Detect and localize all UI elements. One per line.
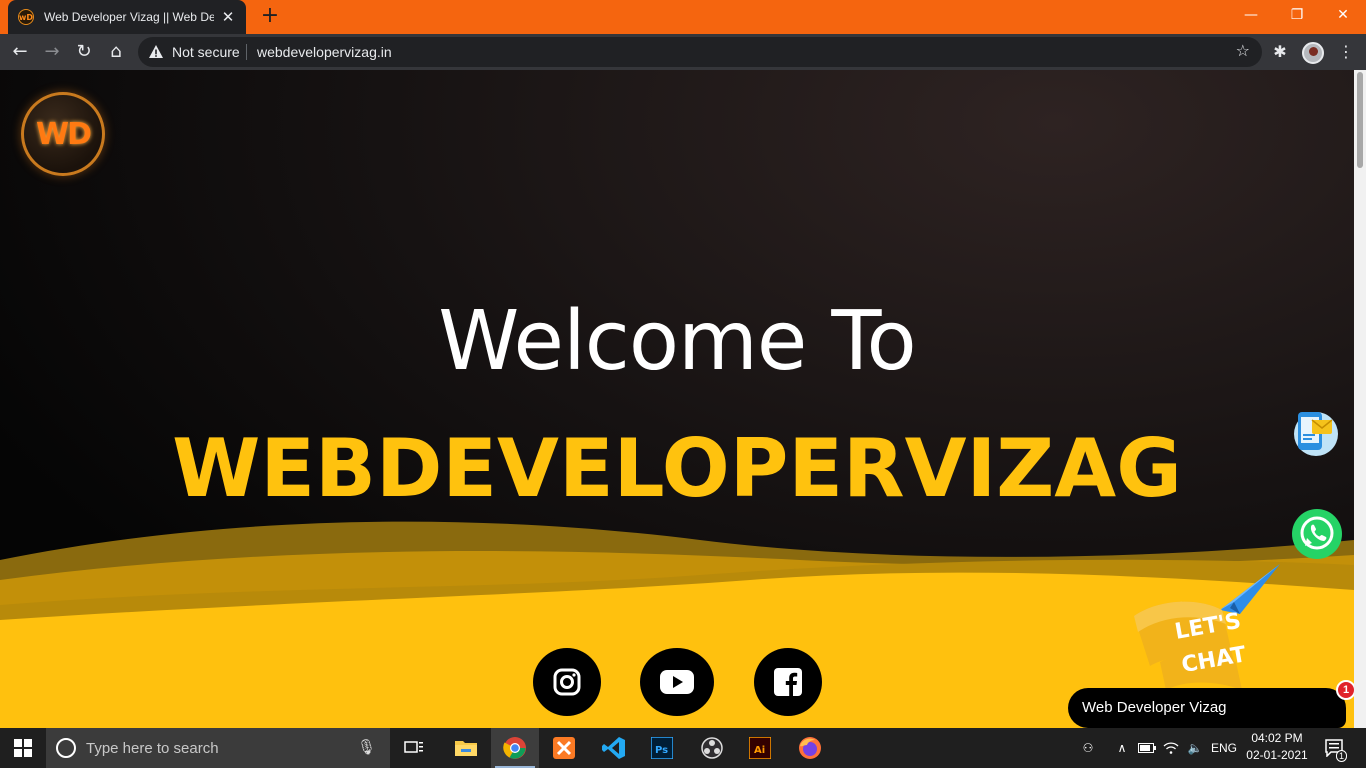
taskbar-chrome[interactable] [491, 728, 539, 768]
tab-title: Web Developer Vizag || Web Designing Com… [44, 10, 215, 24]
contact-form-icon [1294, 412, 1338, 456]
file-explorer-icon [455, 741, 477, 756]
clock-date: 02-01-2021 [1246, 748, 1308, 762]
logo-text: WD [36, 117, 92, 152]
illustrator-icon: Ai [749, 737, 771, 759]
microphone-icon[interactable]: 🎙 [357, 738, 376, 756]
windows-taskbar: Type here to search 🎙 Ps Ai ⚇ ∧ 🔈 ENG 04… [0, 728, 1366, 768]
back-button[interactable]: ← [6, 38, 34, 66]
taskbar-file-explorer[interactable] [442, 728, 490, 768]
browser-tab[interactable]: wD Web Developer Vizag || Web Designing … [8, 0, 246, 34]
language-indicator[interactable]: ENG [1208, 728, 1240, 768]
taskbar-search-box[interactable]: Type here to search 🎙 [46, 728, 390, 768]
home-button[interactable]: ⌂ [102, 38, 130, 66]
instagram-button[interactable] [533, 648, 601, 716]
brand-heading: WEBDEVELOPERVIZAG [172, 422, 1182, 515]
instagram-icon [553, 668, 581, 696]
notification-count: 1 [1336, 750, 1348, 762]
taskbar-obs[interactable] [688, 728, 736, 768]
task-view-button[interactable] [390, 728, 438, 768]
task-view-icon [404, 741, 423, 753]
taskbar-illustrator[interactable]: Ai [736, 728, 784, 768]
xampp-icon [553, 737, 575, 759]
whatsapp-icon [1292, 509, 1342, 559]
action-center-button[interactable]: 1 [1320, 728, 1350, 768]
site-logo[interactable]: WD [21, 92, 105, 176]
volume-icon[interactable]: 🔈 [1184, 728, 1206, 768]
svg-text:Ai: Ai [754, 745, 765, 756]
chrome-icon [503, 737, 526, 759]
taskbar-vscode[interactable] [590, 728, 638, 768]
wifi-icon[interactable] [1160, 728, 1182, 768]
show-hidden-icons[interactable]: ∧ [1112, 728, 1132, 768]
menu-icon[interactable]: ⋮ [1332, 38, 1360, 66]
chat-widget-label: Web Developer Vizag [1082, 699, 1227, 716]
facebook-icon [774, 668, 802, 696]
people-icon[interactable]: ⚇ [1076, 728, 1100, 768]
scrollbar-thumb[interactable] [1357, 72, 1363, 168]
obs-icon [701, 737, 723, 759]
battery-shape [1138, 743, 1156, 753]
browser-title-bar: wD Web Developer Vizag || Web Designing … [0, 0, 1366, 34]
reload-button[interactable]: ↻ [70, 38, 98, 66]
start-button[interactable] [0, 728, 46, 768]
search-placeholder: Type here to search [86, 740, 219, 757]
vscode-icon [602, 737, 625, 759]
taskbar-photoshop[interactable]: Ps [638, 728, 686, 768]
minimize-button[interactable]: — [1228, 0, 1274, 32]
new-tab-button[interactable]: + [258, 4, 282, 28]
contact-form-button[interactable] [1290, 408, 1342, 458]
site-favicon-icon: wD [18, 9, 34, 25]
cortana-icon [56, 738, 76, 758]
tab-close-icon[interactable]: ✕ [220, 8, 236, 26]
firefox-icon [799, 737, 821, 759]
facebook-button[interactable] [754, 648, 822, 716]
profile-avatar[interactable] [1302, 42, 1324, 64]
extensions-icon[interactable]: ✱ [1266, 38, 1294, 66]
windows-logo-icon [14, 739, 32, 757]
bookmark-star-icon[interactable]: ☆ [1236, 41, 1250, 60]
svg-text:Ps: Ps [655, 745, 668, 756]
forward-button[interactable]: → [38, 38, 66, 66]
battery-icon[interactable] [1136, 728, 1158, 768]
chat-widget[interactable]: Web Developer Vizag [1068, 688, 1346, 728]
page-scrollbar[interactable] [1354, 70, 1366, 728]
security-status[interactable]: Not secure [172, 44, 240, 60]
photoshop-icon: Ps [651, 737, 673, 759]
whatsapp-button[interactable] [1291, 508, 1343, 560]
page-viewport: WD Welcome To WEBDEVELOPERVIZAG LET'S CH… [0, 70, 1354, 728]
welcome-heading: Welcome To [438, 294, 916, 389]
address-bar[interactable]: Not secure webdevelopervizag.in ☆ [138, 37, 1262, 67]
youtube-button[interactable] [640, 648, 714, 716]
browser-toolbar: ← → ↻ ⌂ Not secure webdevelopervizag.in … [0, 34, 1366, 70]
wifi-shape [1163, 742, 1179, 754]
chat-unread-badge: 1 [1336, 680, 1354, 700]
restore-button[interactable]: ❐ [1274, 0, 1320, 32]
clock-time: 04:02 PM [1251, 731, 1303, 745]
taskbar-xampp[interactable] [540, 728, 588, 768]
close-window-button[interactable]: ✕ [1320, 0, 1366, 32]
lets-chat-badge[interactable]: LET'S CHAT [1130, 562, 1282, 694]
address-separator [246, 44, 247, 60]
youtube-icon [660, 670, 694, 694]
taskbar-firefox[interactable] [786, 728, 834, 768]
system-clock[interactable]: 04:02 PM 02-01-2021 [1244, 730, 1310, 766]
url-text[interactable]: webdevelopervizag.in [257, 44, 392, 60]
warning-icon[interactable] [148, 44, 164, 60]
